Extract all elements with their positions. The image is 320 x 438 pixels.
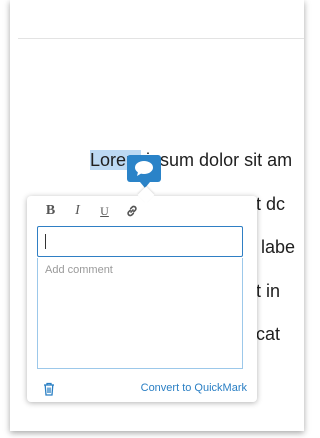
- comment-bubble-icon[interactable]: [127, 155, 161, 188]
- italic-button[interactable]: I: [64, 202, 91, 220]
- convert-to-quickmark-link[interactable]: Convert to QuickMark: [141, 382, 247, 394]
- document-text: ipsum dolor sit am: [141, 150, 293, 170]
- format-toolbar: B I U: [37, 202, 145, 220]
- bold-button[interactable]: B: [37, 202, 64, 220]
- comment-title-input[interactable]: [37, 226, 243, 257]
- comment-textarea[interactable]: Add comment: [37, 258, 243, 369]
- underline-button[interactable]: U: [91, 202, 118, 220]
- link-icon[interactable]: [118, 202, 145, 220]
- comment-placeholder: Add comment: [45, 264, 113, 276]
- document-line-1[interactable]: Lorem ipsum dolor sit am: [90, 149, 292, 171]
- document-page: Lorem ipsum dolor sit am et dc e labe ri…: [10, 0, 304, 431]
- trash-icon[interactable]: [43, 382, 55, 401]
- header-divider: [18, 38, 304, 39]
- comment-popup: B I U Add comment Convert to QuickMark: [27, 196, 257, 402]
- text-caret: [45, 234, 46, 249]
